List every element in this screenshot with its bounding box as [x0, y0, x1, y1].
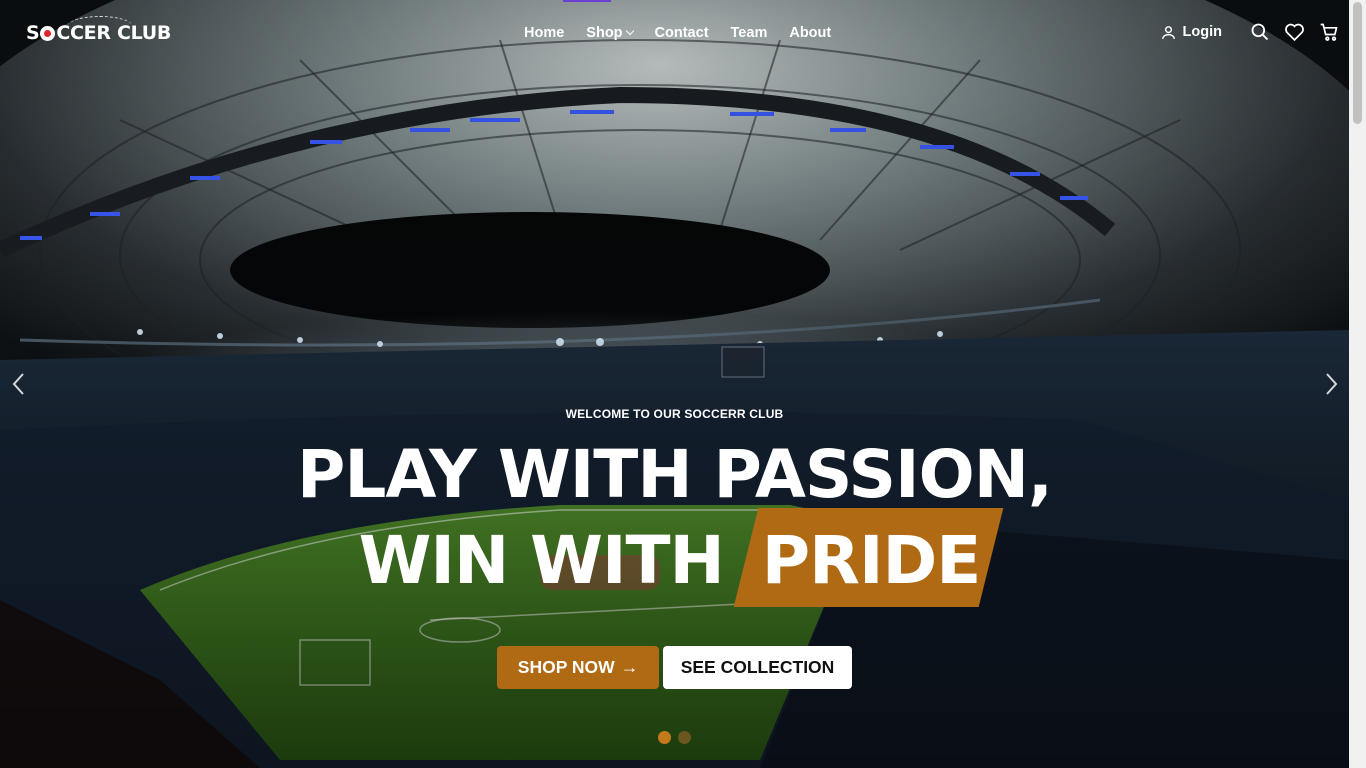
hero-headline-prefix: WIN WITH — [358, 522, 725, 599]
shop-now-label: SHOP NOW — [517, 657, 615, 677]
top-progress-bar — [563, 0, 611, 2]
hero-headline-highlight: PRIDE — [746, 522, 991, 599]
search-icon[interactable] — [1250, 22, 1270, 42]
chevron-down-icon — [625, 26, 634, 36]
scrollbar-thumb[interactable] — [1353, 2, 1362, 124]
chevron-right-icon — [1326, 373, 1338, 395]
hero-eyebrow: WELCOME TO OUR SOCCERR CLUB — [565, 407, 784, 421]
arrow-right-icon: → — [620, 657, 639, 677]
nav-home[interactable]: Home — [524, 24, 564, 42]
hero-headline-line2: WIN WITH PRIDE — [0, 522, 1349, 599]
slider-next-button[interactable] — [1320, 372, 1344, 396]
slider-dot-2[interactable] — [678, 731, 691, 744]
nav-shop[interactable]: Shop — [586, 24, 634, 42]
logo-text-start: S — [26, 22, 40, 44]
nav-team[interactable]: Team — [731, 24, 768, 42]
logo-arc-decoration — [68, 16, 132, 36]
header-actions: Login — [1160, 22, 1339, 42]
hero-buttons: SHOP NOW → SEE COLLECTION — [497, 646, 852, 689]
login-label: Login — [1182, 24, 1222, 40]
nav-about-label: About — [789, 25, 832, 41]
user-icon — [1161, 25, 1175, 39]
page-scrollbar[interactable] — [1349, 0, 1366, 768]
see-collection-label: SEE COLLECTION — [680, 657, 835, 677]
shop-now-button[interactable]: SHOP NOW → — [497, 646, 659, 689]
see-collection-button[interactable]: SEE COLLECTION — [663, 646, 852, 689]
nav-home-label: Home — [524, 25, 565, 41]
cart-icon[interactable] — [1319, 22, 1339, 42]
chevron-left-icon — [12, 373, 24, 395]
main-nav: Home Shop Contact Team About — [524, 24, 853, 42]
nav-contact[interactable]: Contact — [655, 24, 709, 42]
slider-dots — [658, 731, 691, 744]
nav-team-label: Team — [730, 25, 768, 41]
nav-about[interactable]: About — [789, 24, 831, 42]
login-button[interactable]: Login — [1160, 24, 1222, 41]
slider-prev-button[interactable] — [6, 372, 30, 396]
site-logo[interactable]: S CCER CLUB — [26, 16, 171, 44]
nav-shop-label: Shop — [586, 25, 623, 41]
slider-dot-1[interactable] — [658, 731, 671, 744]
nav-contact-label: Contact — [654, 25, 709, 41]
soccer-ball-icon — [40, 25, 56, 41]
hero-headline-line1: PLAY WITH PASSION, — [296, 436, 1053, 513]
heart-icon[interactable] — [1284, 22, 1305, 42]
